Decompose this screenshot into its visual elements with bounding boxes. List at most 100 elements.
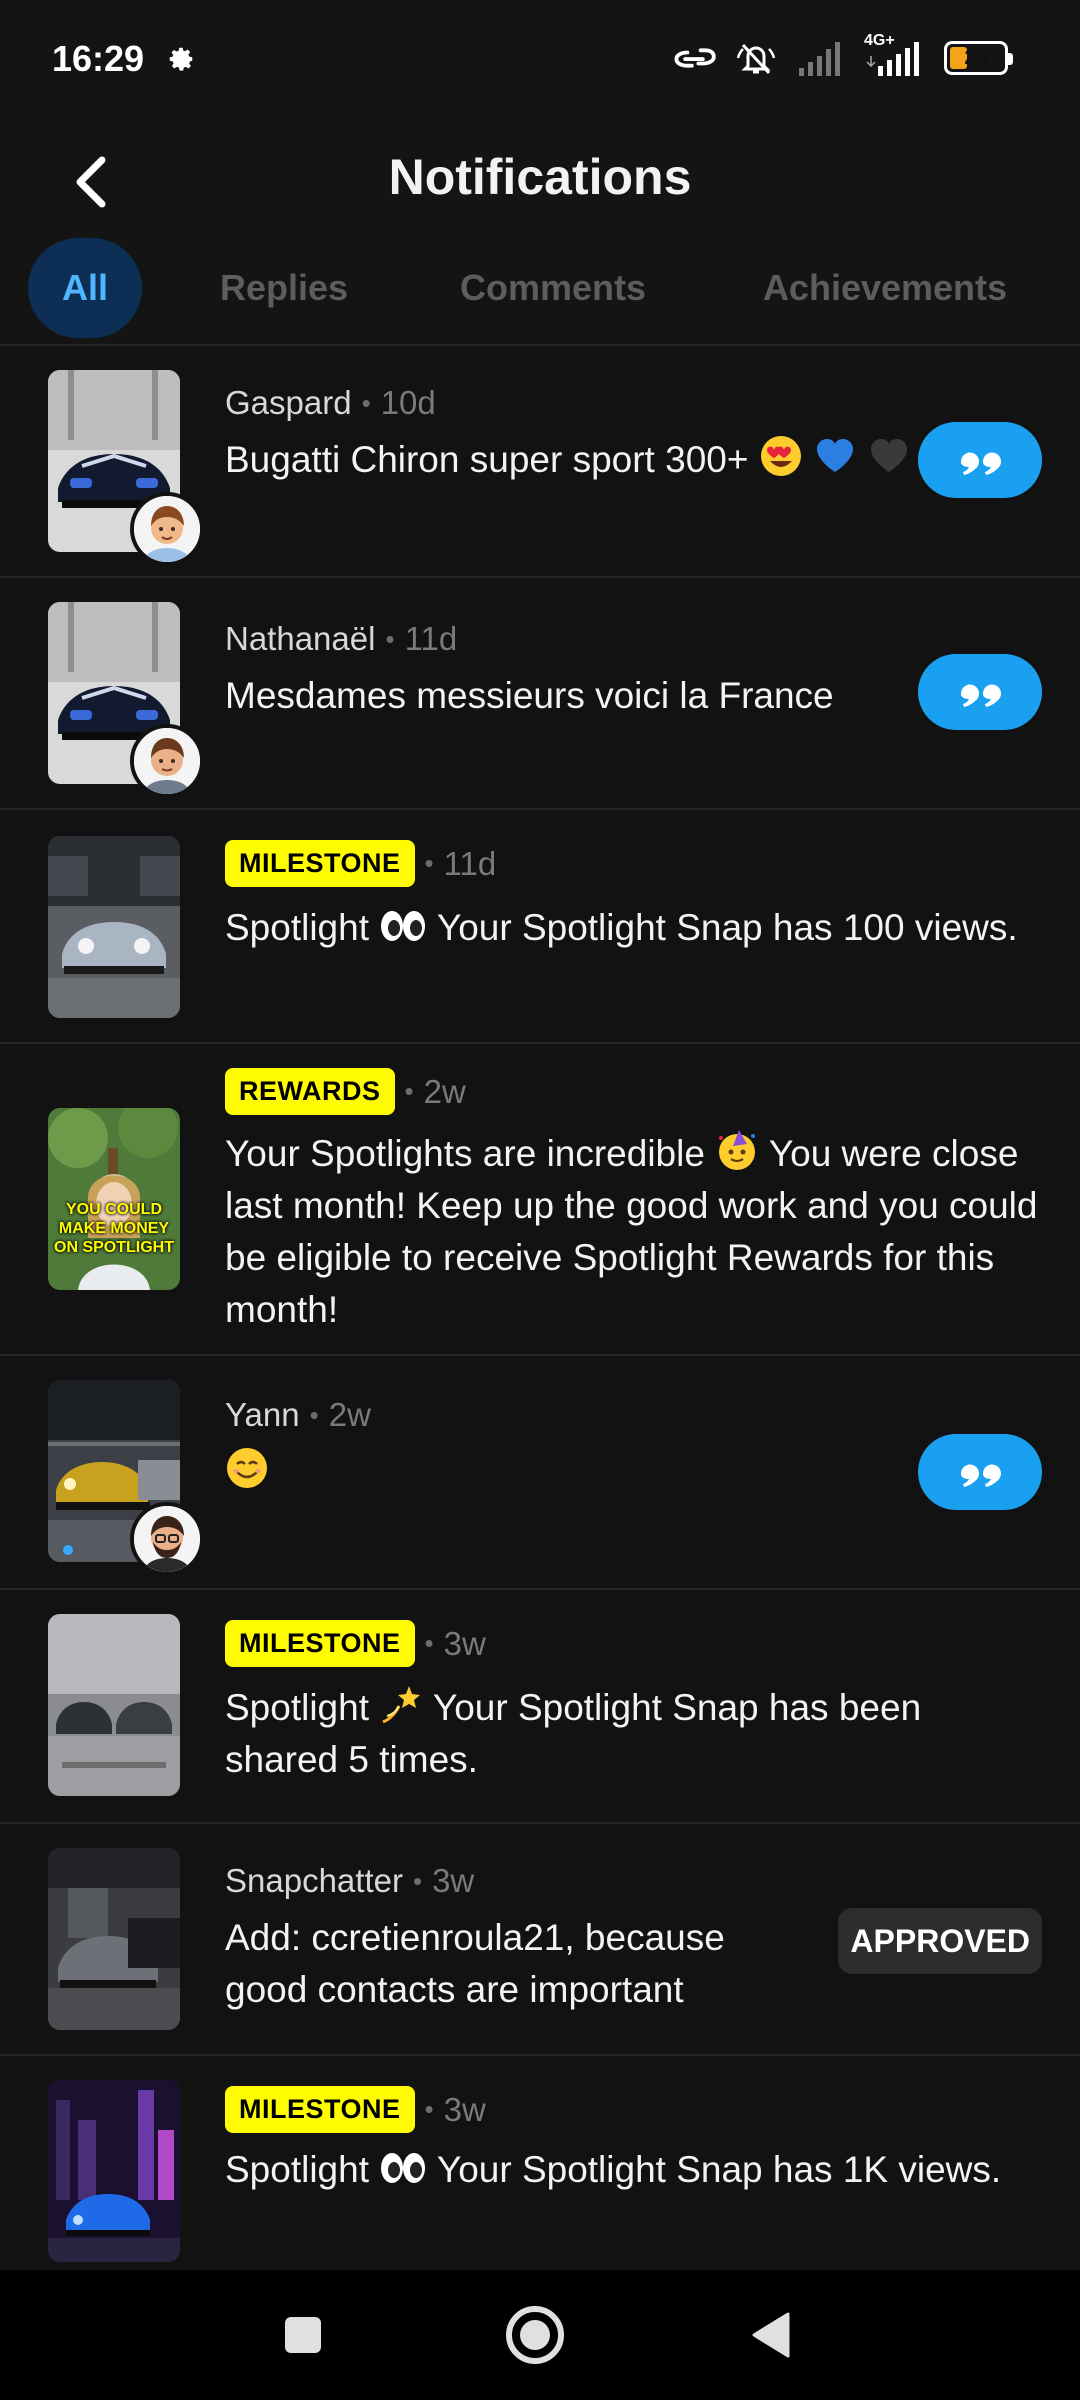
notification-meta: Snapchatter • 3w <box>225 1862 474 1900</box>
approved-button[interactable]: APPROVED <box>838 1908 1042 1974</box>
square-icon <box>285 2317 321 2353</box>
separator-dot: • <box>361 387 371 418</box>
signal-bars-icon <box>866 42 919 76</box>
system-navigation-bar <box>0 2270 1080 2400</box>
filter-tabs: All Replies Comments Achievements <box>0 238 1080 344</box>
notification-text: Add: ccretienroula21, because good conta… <box>225 1917 725 2010</box>
quote-icon <box>960 1464 1001 1487</box>
milestone-badge: MILESTONE <box>225 2086 415 2133</box>
tab-all[interactable]: All <box>28 238 142 338</box>
recent-apps-button[interactable] <box>268 2300 338 2370</box>
sender-name: Nathanaël <box>225 620 376 657</box>
notification-item[interactable]: Yann • 2w <box>0 1356 1080 1590</box>
black-heart-emoji-icon <box>871 439 908 472</box>
message-text: Bugatti Chiron super sport 300+ <box>225 439 749 480</box>
reply-button[interactable] <box>918 654 1042 730</box>
notification-text: Mesdames messieurs voici la France <box>225 675 834 716</box>
battery-icon: 29 <box>944 41 1013 75</box>
notification-item[interactable]: Snapchatter • 3w Add: ccretienroula21, b… <box>0 1824 1080 2056</box>
notification-meta: Gaspard • 10d <box>225 384 436 422</box>
notification-item[interactable]: MILESTONE • 3w Spotlight Your Spotlight … <box>0 1590 1080 1824</box>
eyes-emoji-icon <box>381 2153 426 2183</box>
car-thumbnail-image <box>48 1848 180 2030</box>
timestamp: 10d <box>380 384 436 421</box>
snap-thumbnail[interactable] <box>48 836 180 1018</box>
separator-dot: • <box>412 1865 423 1896</box>
back-button[interactable] <box>736 2300 806 2370</box>
snap-thumbnail[interactable] <box>48 1614 180 1796</box>
milestone-badge: MILESTONE <box>225 1620 415 1667</box>
timestamp: 11d <box>443 844 497 882</box>
notification-item[interactable]: MILESTONE • 3w Spotlight Your Spotlight … <box>0 2056 1080 2270</box>
message-body: Your Spotlight Snap has 100 views. <box>436 907 1018 948</box>
avatar[interactable] <box>130 492 204 566</box>
rewards-badge: REWARDS <box>225 1068 395 1115</box>
network-signal: 4G+ <box>864 32 926 78</box>
status-time: 16:29 <box>52 38 145 79</box>
status-bar: 16:29 4G+ 29 <box>0 0 1080 92</box>
notification-text: Bugatti Chiron super sport 300+ <box>225 434 915 486</box>
separator-dot: • <box>424 1628 434 1658</box>
notification-meta: REWARDS • 2w <box>225 1068 466 1115</box>
separator-dot: • <box>424 2094 434 2124</box>
notification-item[interactable]: Gaspard • 10d Bugatti Chiron super sport… <box>0 346 1080 578</box>
sender-name: Gaspard <box>225 384 352 421</box>
notification-meta: MILESTONE • 3w <box>225 2086 486 2133</box>
message-prefix: Your Spotlights are incredible <box>225 1133 705 1174</box>
message-prefix: Spotlight <box>225 907 369 948</box>
reply-button[interactable] <box>918 422 1042 498</box>
avatar[interactable] <box>130 724 204 798</box>
link-icon <box>674 48 716 68</box>
separator-dot: • <box>404 1076 414 1106</box>
sender-name: Yann <box>225 1396 300 1433</box>
battery-level: 29 <box>964 46 988 69</box>
notification-item[interactable]: YOU COULD MAKE MONEY ON SPOTLIGHT REWARD… <box>0 1044 1080 1356</box>
timestamp: 11d <box>404 620 458 657</box>
notification-meta: Yann • 2w <box>225 1396 371 1434</box>
separator-dot: • <box>385 623 395 654</box>
dizzy-emoji-icon <box>382 1686 421 1724</box>
notification-text: Your Spotlights are incredible You were … <box>225 1128 1045 1336</box>
sender-name: Snapchatter <box>225 1862 403 1899</box>
car-thumbnail-image <box>48 2080 180 2262</box>
reply-button[interactable] <box>918 1434 1042 1510</box>
notification-text: Spotlight Your Spotlight Snap has 1K vie… <box>225 2144 1065 2196</box>
thumbnail-caption: YOU COULD MAKE MONEY ON SPOTLIGHT <box>54 1201 174 1256</box>
quote-icon <box>960 452 1001 475</box>
heart-eyes-emoji-icon <box>760 436 801 476</box>
tab-comments[interactable]: Comments <box>430 238 676 338</box>
timestamp: 3w <box>432 1862 475 1899</box>
tab-replies[interactable]: Replies <box>196 238 372 338</box>
message-body: Your Spotlight Snap has 1K views. <box>436 2149 1002 2190</box>
snap-thumbnail[interactable] <box>48 1848 180 2030</box>
notification-meta: MILESTONE • 3w <box>225 1620 486 1667</box>
snap-thumbnail[interactable] <box>48 2080 180 2262</box>
muted-bell-icon <box>736 43 776 75</box>
message-prefix: Spotlight <box>225 1687 369 1728</box>
notification-item[interactable]: MILESTONE • 11d Spotlight Your Spotlight… <box>0 810 1080 1044</box>
notification-meta: MILESTONE • 11d <box>225 840 496 887</box>
car-thumbnail-image <box>48 1614 180 1796</box>
snap-thumbnail[interactable]: YOU COULD MAKE MONEY ON SPOTLIGHT <box>48 1108 180 1290</box>
home-button[interactable] <box>500 2300 570 2370</box>
timestamp: 3w <box>443 2090 486 2128</box>
page-title: Notifications <box>388 149 692 205</box>
tab-achievements[interactable]: Achievements <box>740 238 1030 338</box>
milestone-badge: MILESTONE <box>225 840 415 887</box>
party-face-emoji-icon <box>719 1130 756 1170</box>
timestamp: 2w <box>328 1396 371 1433</box>
message-prefix: Spotlight <box>225 2149 369 2190</box>
avatar[interactable] <box>130 1502 204 1576</box>
notification-meta: Nathanaël • 11d <box>225 620 457 658</box>
back-triangle-icon <box>752 2312 790 2358</box>
notification-text: Spotlight Your Spotlight Snap has been s… <box>225 1682 1025 1786</box>
separator-dot: • <box>424 848 434 878</box>
notification-item[interactable]: Nathanaël • 11d Mesdames messieurs voici… <box>0 578 1080 810</box>
rewards-thumbnail-image <box>48 1108 180 1290</box>
settings-gear-icon <box>169 47 193 71</box>
smiling-face-emoji-icon <box>227 1448 267 1488</box>
car-thumbnail-image <box>48 836 180 1018</box>
separator-dot: • <box>309 1399 319 1430</box>
blue-heart-emoji-icon <box>817 439 854 472</box>
notification-text <box>225 1446 915 1498</box>
